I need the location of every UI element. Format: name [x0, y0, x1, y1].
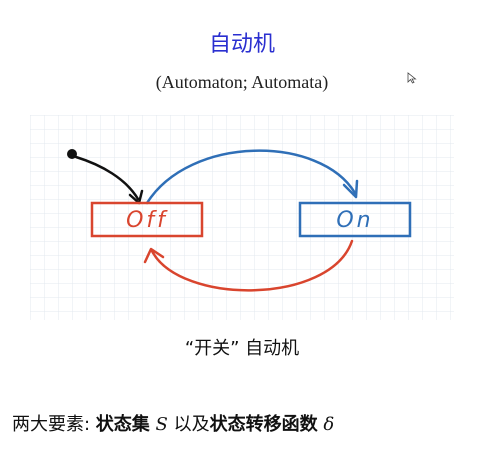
key-elements-prefix: 两大要素:: [12, 414, 96, 435]
automaton-diagram: Off On: [30, 115, 454, 320]
states-label: 状态集: [95, 414, 150, 435]
key-elements-line: 两大要素: 状态集 S 以及状态转移函数 δ: [12, 410, 482, 436]
connector-text: 以及: [173, 414, 210, 435]
state-on-label: On: [336, 208, 373, 233]
mouse-cursor-icon: [407, 72, 417, 84]
diagram-caption: “开关” 自动机: [184, 338, 300, 359]
transition-symbol: δ: [323, 414, 335, 435]
state-off-label: Off: [126, 208, 168, 233]
transition-label: 状态转移函数: [209, 414, 318, 435]
states-symbol: S: [155, 414, 168, 435]
title: 自动机: [208, 32, 275, 57]
